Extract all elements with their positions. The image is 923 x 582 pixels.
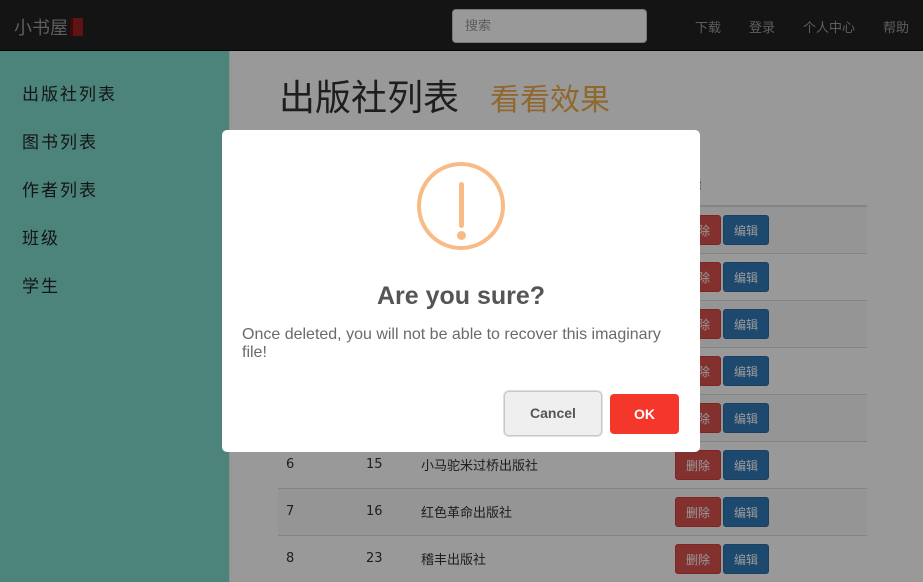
warning-icon [417, 162, 505, 250]
warning-icon-dot [457, 231, 466, 240]
confirm-dialog: Are you sure? Once deleted, you will not… [222, 130, 700, 452]
ok-button[interactable]: OK [610, 394, 679, 434]
cancel-button[interactable]: Cancel [504, 391, 602, 436]
warning-icon-bar [459, 182, 464, 228]
dialog-title: Are you sure? [376, 282, 546, 310]
dialog-text: Once deleted, you will not be able to re… [242, 326, 661, 361]
